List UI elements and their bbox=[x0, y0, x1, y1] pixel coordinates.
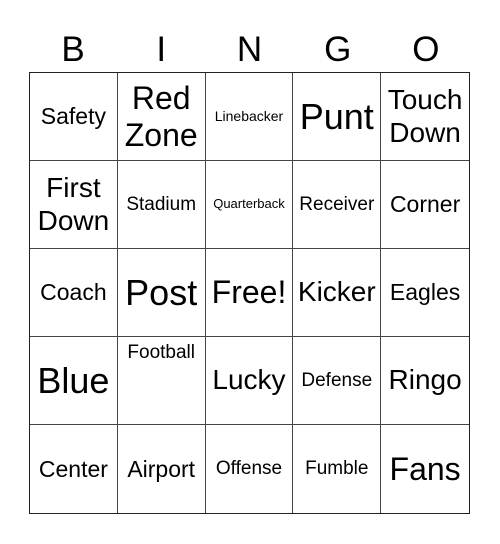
bingo-cell-text: Football bbox=[127, 342, 195, 363]
header-letter-b: B bbox=[61, 30, 85, 69]
bingo-cell-text: Post bbox=[125, 271, 198, 313]
bingo-cell[interactable]: Red Zone bbox=[117, 73, 206, 161]
bingo-cell[interactable]: Post bbox=[117, 249, 206, 337]
bingo-cell-text: Defense bbox=[301, 369, 373, 391]
header-letter-n: N bbox=[236, 30, 263, 69]
bingo-cell-text: Touch Down bbox=[387, 84, 463, 148]
bingo-cell[interactable]: Quarterback bbox=[205, 161, 294, 249]
bingo-cell[interactable]: Fans bbox=[381, 425, 469, 513]
header-letter-o: O bbox=[412, 30, 440, 69]
bingo-cell-text: Lucky bbox=[212, 364, 286, 396]
bingo-cell[interactable]: Linebacker bbox=[205, 73, 294, 161]
bingo-cell[interactable]: Punt bbox=[293, 73, 382, 161]
header-letter-i: I bbox=[156, 30, 167, 69]
bingo-cell[interactable]: Receiver bbox=[293, 161, 382, 249]
bingo-cell[interactable]: First Down bbox=[30, 161, 118, 249]
bingo-header: B I N G O bbox=[29, 28, 470, 72]
bingo-cell-text: Quarterback bbox=[213, 196, 285, 212]
bingo-cell-text: Coach bbox=[40, 279, 107, 306]
bingo-card-grid: Safety Red Zone Linebacker Punt Touch Down Fi… bbox=[29, 72, 470, 514]
bingo-cell[interactable]: Free! bbox=[205, 249, 294, 337]
bingo-cell-text: Safety bbox=[40, 103, 106, 130]
bingo-cell-text: Airport bbox=[127, 455, 196, 482]
bingo-cell[interactable]: Defense bbox=[293, 337, 382, 425]
header-letter-g: G bbox=[324, 30, 352, 69]
bingo-cell[interactable]: Football bbox=[117, 337, 206, 425]
bingo-cell[interactable]: Kicker bbox=[293, 249, 382, 337]
bingo-cell-text: Linebacker bbox=[214, 108, 284, 125]
bingo-cell[interactable]: Safety bbox=[30, 73, 118, 161]
bingo-cell[interactable]: Corner bbox=[381, 161, 469, 249]
bingo-cell[interactable]: Airport bbox=[118, 425, 206, 513]
bingo-cell-text: Red Zone bbox=[124, 79, 198, 153]
bingo-cell-text: Kicker bbox=[297, 276, 376, 308]
bingo-cell-text: Center bbox=[38, 455, 108, 482]
bingo-cell[interactable]: Stadium bbox=[117, 161, 206, 249]
bingo-cell-text: Fans bbox=[389, 450, 461, 487]
bingo-cell-text: Ringo bbox=[388, 364, 462, 396]
bingo-cell[interactable]: Center bbox=[30, 425, 118, 513]
bingo-cell[interactable]: Touch Down bbox=[381, 73, 469, 161]
bingo-cell-text: Free! bbox=[211, 274, 287, 311]
bingo-cell[interactable]: Lucky bbox=[205, 337, 294, 425]
bingo-cell[interactable]: Offense bbox=[206, 425, 294, 513]
bingo-cell-text: Corner bbox=[389, 191, 461, 218]
bingo-cell[interactable]: Blue bbox=[30, 337, 118, 425]
bingo-cell[interactable]: Ringo bbox=[381, 337, 469, 425]
bingo-cell-text: Eagles bbox=[389, 279, 461, 306]
bingo-cell[interactable]: Fumble bbox=[293, 425, 382, 513]
bingo-cell-text: Receiver bbox=[299, 193, 375, 215]
bingo-cell[interactable]: Coach bbox=[30, 249, 118, 337]
bingo-cell-text: Offense bbox=[215, 458, 283, 480]
bingo-cell-text: Punt bbox=[299, 95, 374, 137]
bingo-cell-text: Blue bbox=[37, 359, 110, 401]
bingo-cell-text: First Down bbox=[37, 172, 110, 236]
bingo-cell-text: Fumble bbox=[305, 458, 369, 480]
bingo-cell-text: Stadium bbox=[126, 193, 197, 215]
bingo-cell[interactable]: Eagles bbox=[381, 249, 469, 337]
